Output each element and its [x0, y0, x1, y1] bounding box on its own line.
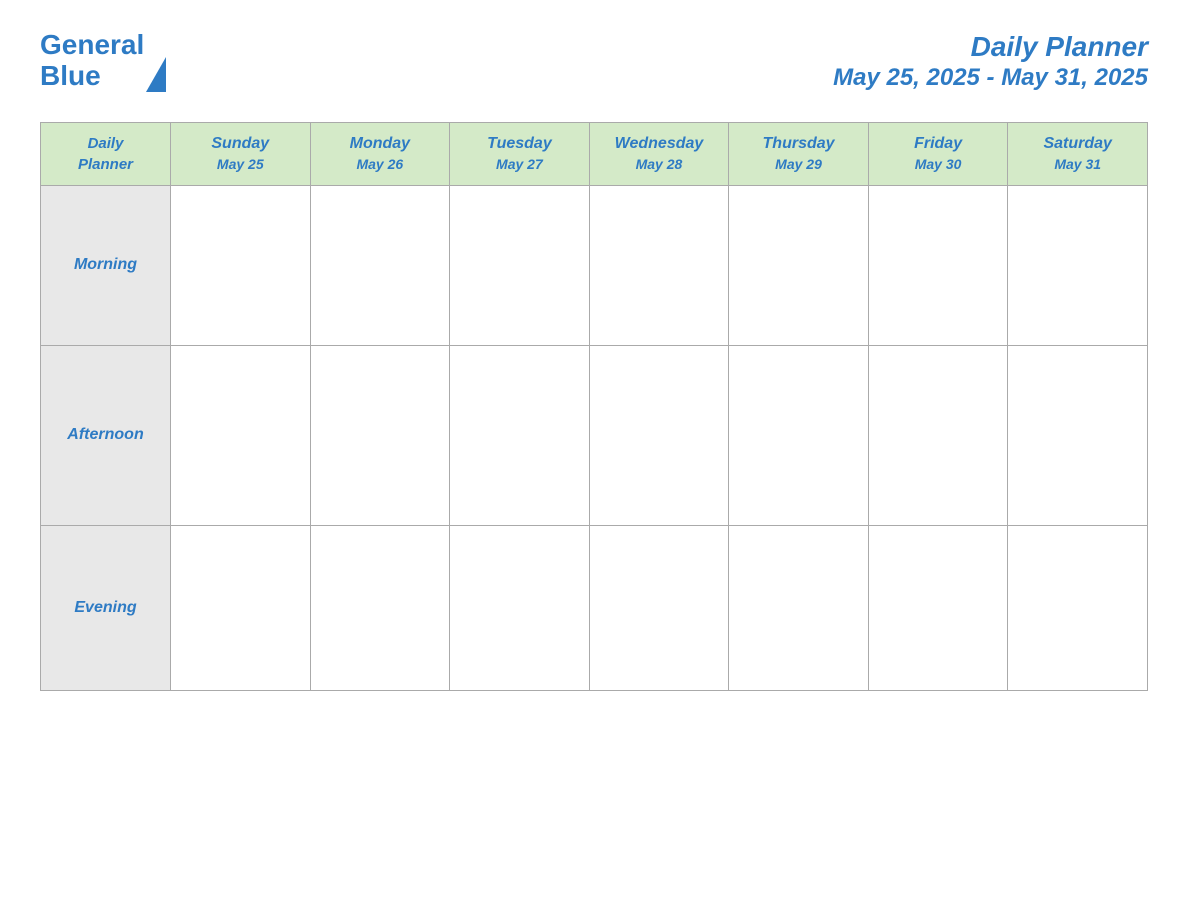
wednesday-name: Wednesday: [594, 134, 725, 155]
evening-sunday-cell[interactable]: [171, 525, 311, 690]
afternoon-saturday-cell[interactable]: [1008, 345, 1148, 525]
evening-saturday-cell[interactable]: [1008, 525, 1148, 690]
saturday-name: Saturday: [1012, 134, 1143, 155]
saturday-date: May 31: [1012, 155, 1143, 173]
table-header-label: Daily Planner: [41, 122, 171, 185]
friday-name: Friday: [873, 134, 1004, 155]
header-label-line2: Planner: [78, 156, 133, 173]
morning-row: Morning: [41, 185, 1148, 345]
table-header-saturday: Saturday May 31: [1008, 122, 1148, 185]
logo-general: General: [40, 29, 144, 60]
table-header-row: Daily Planner Sunday May 25 Monday May 2…: [41, 122, 1148, 185]
page-title: Daily Planner: [833, 30, 1148, 64]
title-block: Daily Planner May 25, 2025 - May 31, 202…: [833, 30, 1148, 92]
afternoon-monday-cell[interactable]: [310, 345, 450, 525]
thursday-name: Thursday: [733, 134, 864, 155]
evening-wednesday-cell[interactable]: [589, 525, 729, 690]
morning-wednesday-cell[interactable]: [589, 185, 729, 345]
table-header-monday: Monday May 26: [310, 122, 450, 185]
morning-label: Morning: [41, 185, 171, 345]
table-header-sunday: Sunday May 25: [171, 122, 311, 185]
evening-friday-cell[interactable]: [868, 525, 1008, 690]
table-header-friday: Friday May 30: [868, 122, 1008, 185]
evening-tuesday-cell[interactable]: [450, 525, 590, 690]
morning-saturday-cell[interactable]: [1008, 185, 1148, 345]
thursday-date: May 29: [733, 155, 864, 173]
table-header-wednesday: Wednesday May 28: [589, 122, 729, 185]
logo: General Blue: [40, 30, 166, 92]
afternoon-wednesday-cell[interactable]: [589, 345, 729, 525]
logo-text: General Blue: [40, 30, 144, 92]
morning-thursday-cell[interactable]: [729, 185, 869, 345]
afternoon-sunday-cell[interactable]: [171, 345, 311, 525]
logo-blue: Blue: [40, 60, 101, 91]
evening-label: Evening: [41, 525, 171, 690]
sunday-name: Sunday: [175, 134, 306, 155]
monday-date: May 26: [315, 155, 446, 173]
wednesday-date: May 28: [594, 155, 725, 173]
evening-monday-cell[interactable]: [310, 525, 450, 690]
page-header: General Blue Daily Planner May 25, 2025 …: [40, 20, 1148, 102]
table-header-tuesday: Tuesday May 27: [450, 122, 590, 185]
friday-date: May 30: [873, 155, 1004, 173]
afternoon-label: Afternoon: [41, 345, 171, 525]
morning-friday-cell[interactable]: [868, 185, 1008, 345]
morning-tuesday-cell[interactable]: [450, 185, 590, 345]
afternoon-friday-cell[interactable]: [868, 345, 1008, 525]
morning-sunday-cell[interactable]: [171, 185, 311, 345]
morning-monday-cell[interactable]: [310, 185, 450, 345]
sunday-date: May 25: [175, 155, 306, 173]
planner-table: Daily Planner Sunday May 25 Monday May 2…: [40, 122, 1148, 691]
evening-row: Evening: [41, 525, 1148, 690]
logo-triangle-icon: [146, 57, 166, 92]
tuesday-name: Tuesday: [454, 134, 585, 155]
date-range: May 25, 2025 - May 31, 2025: [833, 64, 1148, 92]
evening-thursday-cell[interactable]: [729, 525, 869, 690]
header-label-line1: Daily: [88, 135, 124, 152]
table-header-thursday: Thursday May 29: [729, 122, 869, 185]
monday-name: Monday: [315, 134, 446, 155]
afternoon-row: Afternoon: [41, 345, 1148, 525]
afternoon-thursday-cell[interactable]: [729, 345, 869, 525]
tuesday-date: May 27: [454, 155, 585, 173]
afternoon-tuesday-cell[interactable]: [450, 345, 590, 525]
